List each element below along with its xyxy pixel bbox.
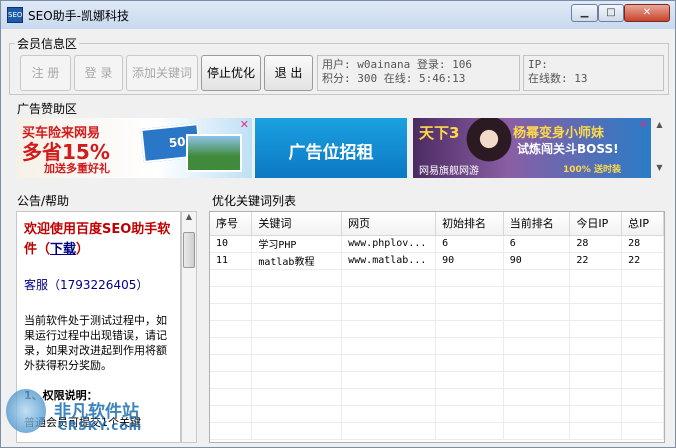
title-bar[interactable]: SEO SEO助手-凯娜科技 ▁ □ ✕ bbox=[1, 1, 675, 29]
chevron-down-icon[interactable]: ▼ bbox=[652, 163, 667, 172]
ad2-text: 广告位招租 bbox=[288, 143, 374, 163]
stop-optimize-button[interactable]: 停止优化 bbox=[201, 55, 261, 91]
table-row bbox=[210, 405, 664, 423]
col-header[interactable]: 初始排名 bbox=[435, 212, 504, 236]
ads-scrollbar[interactable]: ▲ ▼ bbox=[652, 118, 667, 178]
table-row[interactable]: 10 学习PHP www.phplov... 6 6 28 28 bbox=[210, 235, 664, 253]
score-line: 积分: 300 在线: 5:46:13 bbox=[322, 72, 466, 85]
notice-scrollbar[interactable]: ▲ bbox=[181, 211, 197, 443]
ad1-line3: 加送多重好礼 bbox=[44, 162, 110, 175]
user-line: 用户: w0ainana 登录: 106 bbox=[322, 58, 472, 71]
add-keyword-button[interactable]: 添加关键词 bbox=[126, 55, 198, 91]
app-window: SEO SEO助手-凯娜科技 ▁ □ ✕ 会员信息区 注 册 登 录 添加关键词… bbox=[0, 0, 676, 448]
ad3-badge: 100% 送时装 bbox=[563, 165, 621, 175]
notice-paragraph: 当前软件处于测试过程中，如果运行过程中出现错误，请记录，如果对改进起到作用将额外… bbox=[24, 314, 167, 372]
ad-banner-slot[interactable]: 广告位招租 bbox=[255, 118, 407, 178]
table-cell: 28 bbox=[621, 235, 664, 253]
notice-headline-end: ） bbox=[76, 242, 90, 257]
ad-banner-insurance[interactable]: 买车险来网易 多省15% 加送多重好礼 500 ✕ bbox=[16, 118, 252, 178]
exit-button[interactable]: 退 出 bbox=[264, 55, 313, 91]
col-header[interactable]: 序号 bbox=[210, 212, 253, 236]
ad3-line3: 网易旗舰网游 bbox=[419, 166, 479, 177]
keyword-table: 序号 关键词 网页 初始排名 当前排名 今日IP 总IP 10 学习PHP ww… bbox=[209, 211, 665, 443]
table-row bbox=[210, 354, 664, 372]
ad3-close-icon[interactable]: ✕ bbox=[639, 118, 648, 131]
col-header[interactable]: 关键词 bbox=[251, 212, 343, 236]
table-cell: 6 bbox=[435, 235, 504, 253]
table-cell: 28 bbox=[569, 235, 623, 253]
table-header: 序号 关键词 网页 初始排名 当前排名 今日IP 总IP bbox=[210, 212, 664, 236]
table-cell: 22 bbox=[569, 252, 623, 270]
chevron-up-icon[interactable]: ▲ bbox=[652, 120, 667, 129]
table-cell: www.matlab... bbox=[341, 252, 437, 270]
ad1-photo-image bbox=[186, 134, 242, 172]
watermark-logo bbox=[6, 389, 46, 433]
table-cell: 22 bbox=[621, 252, 664, 270]
col-header[interactable]: 网页 bbox=[341, 212, 437, 236]
notice-label: 公告/帮助 bbox=[15, 192, 72, 209]
site-watermark: 非凡软件站 CRSKY.com bbox=[6, 389, 176, 445]
notice-headline: 欢迎使用百度SEO助手软件（下载） bbox=[24, 220, 173, 260]
table-row bbox=[210, 269, 664, 287]
col-header[interactable]: 当前排名 bbox=[503, 212, 571, 236]
chevron-up-icon[interactable]: ▲ bbox=[182, 212, 196, 221]
ad3-logo: 天下3 bbox=[419, 124, 460, 142]
register-button[interactable]: 注 册 bbox=[20, 55, 71, 91]
table-cell: 90 bbox=[503, 252, 571, 270]
table-cell: 10 bbox=[210, 235, 253, 253]
keyword-list-label: 优化关键词列表 bbox=[210, 192, 299, 209]
col-header[interactable]: 总IP bbox=[621, 212, 664, 236]
table-cell: matlab教程 bbox=[251, 252, 343, 270]
table-cell: 90 bbox=[435, 252, 504, 270]
ad3-line2: 试炼闯关斗BOSS! bbox=[517, 142, 619, 156]
table-row bbox=[210, 388, 664, 406]
table-row bbox=[210, 337, 664, 355]
ad3-line1: 杨幂变身小师妹 bbox=[513, 126, 605, 141]
table-cell: www.phplov... bbox=[341, 235, 437, 253]
col-header[interactable]: 今日IP bbox=[569, 212, 623, 236]
table-cell: 11 bbox=[210, 252, 253, 270]
user-info-box: 用户: w0ainana 登录: 106 积分: 300 在线: 5:46:13 bbox=[317, 55, 520, 91]
login-button[interactable]: 登 录 bbox=[74, 55, 123, 91]
table-cell: 学习PHP bbox=[251, 235, 343, 253]
maximize-button[interactable]: □ bbox=[598, 4, 624, 22]
scrollbar-thumb[interactable] bbox=[183, 232, 195, 268]
window-title: SEO助手-凯娜科技 bbox=[28, 9, 129, 23]
ad1-close-icon[interactable]: ✕ bbox=[240, 118, 249, 131]
download-link[interactable]: 下载 bbox=[50, 242, 76, 257]
table-row bbox=[210, 422, 664, 440]
customer-service: 客服（1793226405） bbox=[24, 278, 149, 292]
table-cell: 6 bbox=[503, 235, 571, 253]
online-count-line: 在线数: 13 bbox=[528, 72, 588, 85]
table-row[interactable]: 11 matlab教程 www.matlab... 90 90 22 22 bbox=[210, 252, 664, 270]
app-icon: SEO bbox=[7, 7, 23, 23]
close-button[interactable]: ✕ bbox=[624, 4, 670, 22]
table-row bbox=[210, 286, 664, 304]
ad-banner-game[interactable]: 天下3 杨幂变身小师妹 试炼闯关斗BOSS! 网易旗舰网游 100% 送时装 ✕ bbox=[413, 118, 651, 178]
table-row bbox=[210, 371, 664, 389]
watermark-sub: CRSKY.com bbox=[58, 419, 143, 433]
ip-info-box: IP: 在线数: 13 bbox=[523, 55, 664, 91]
minimize-button[interactable]: ▁ bbox=[571, 4, 598, 22]
table-row bbox=[210, 303, 664, 321]
member-info-label: 会员信息区 bbox=[15, 35, 80, 52]
ads-label: 广告赞助区 bbox=[15, 100, 80, 117]
notice-headline-text: 欢迎使用百度SEO助手软件（ bbox=[24, 222, 171, 257]
table-row bbox=[210, 320, 664, 338]
ip-line: IP: bbox=[528, 58, 548, 71]
